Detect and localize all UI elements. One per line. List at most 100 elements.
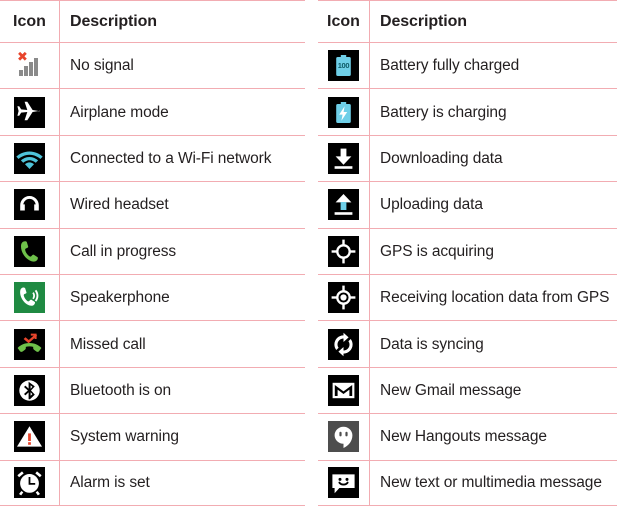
table-row: Missed call [0, 320, 305, 367]
icon-cell [318, 235, 369, 267]
status-icon-table-left: Icon Description ✖ No signal Airplane mo… [0, 0, 305, 519]
sms-icon [328, 467, 359, 499]
column-divider [59, 43, 61, 89]
icon-cell [0, 374, 59, 406]
column-divider [59, 182, 61, 228]
table-header-row: Icon Description [318, 0, 617, 42]
battery-percent-label: 100 [337, 61, 350, 71]
description-cell: System warning [70, 428, 179, 446]
description-cell: Call in progress [70, 242, 177, 260]
column-divider [59, 135, 61, 182]
icon-cell [0, 421, 59, 453]
description-cell: Airplane mode [70, 103, 169, 121]
column-divider [369, 89, 371, 135]
alarm-set-icon [14, 467, 45, 499]
header-cell-icon: Icon [13, 12, 46, 30]
table-gutter [305, 0, 318, 519]
sync-icon [328, 328, 359, 360]
battery-charging-icon [328, 96, 359, 128]
table-row: Data is syncing [318, 320, 617, 367]
description-cell: Data is syncing [380, 335, 484, 353]
icon-cell [318, 374, 369, 406]
column-divider [59, 228, 61, 274]
description-cell: Missed call [70, 335, 146, 353]
table-row: Uploading data [318, 181, 617, 228]
icon-cell [0, 235, 59, 267]
download-icon [328, 142, 359, 174]
battery-full-icon: 100 [328, 50, 359, 82]
description-cell: Battery is charging [380, 103, 507, 121]
table-row: Call in progress [0, 227, 305, 274]
column-divider [369, 1, 371, 42]
column-divider [369, 43, 371, 89]
icon-cell [318, 467, 369, 499]
icon-cell [318, 142, 369, 174]
table-row: Wired headset [0, 181, 305, 228]
table-header-row: Icon Description [0, 0, 305, 42]
header-cell-description: Description [70, 12, 157, 30]
icon-cell [0, 282, 59, 314]
description-cell: Wired headset [70, 196, 169, 214]
no-signal-icon: ✖ [14, 50, 45, 82]
table-row: Bluetooth is on [0, 366, 305, 414]
table-row: Airplane mode [0, 88, 305, 135]
table-row: Speakerphone [0, 273, 305, 321]
upload-icon [328, 189, 359, 221]
table-row: System warning [0, 413, 305, 460]
header-cell-icon: Icon [327, 12, 360, 30]
hangouts-icon [328, 421, 359, 453]
icon-cell [0, 467, 59, 499]
description-cell: Receiving location data from GPS [380, 289, 610, 307]
icon-cell [0, 142, 59, 174]
icon-cell [318, 96, 369, 128]
column-divider [369, 460, 371, 505]
description-cell: New text or multimedia message [380, 474, 602, 492]
column-divider [59, 274, 61, 321]
icon-cell [0, 328, 59, 360]
table-row: New Gmail message [318, 366, 617, 414]
table-row: 100 Battery fully charged [318, 42, 617, 89]
table-row: Connected to a Wi-Fi network [0, 134, 305, 182]
wired-headset-icon [14, 189, 45, 221]
column-divider [369, 274, 371, 321]
table-row: Alarm is set [0, 459, 305, 506]
table-row: GPS is acquiring [318, 227, 617, 274]
bluetooth-on-icon [14, 374, 45, 406]
x-mark: ✖ [17, 50, 28, 66]
call-in-progress-icon [14, 235, 45, 267]
icon-cell [318, 189, 369, 221]
column-divider [369, 228, 371, 274]
gmail-icon [328, 374, 359, 406]
status-icon-reference-page: Icon Description ✖ No signal Airplane mo… [0, 0, 617, 519]
icon-cell [318, 328, 369, 360]
description-cell: Speakerphone [70, 289, 170, 307]
column-divider [59, 367, 61, 414]
icon-cell: 100 [318, 50, 369, 82]
icon-cell [0, 96, 59, 128]
description-cell: Connected to a Wi-Fi network [70, 149, 272, 167]
description-cell: New Hangouts message [380, 428, 547, 446]
description-cell: Uploading data [380, 196, 483, 214]
table-row: ✖ No signal [0, 42, 305, 89]
column-divider [59, 460, 61, 505]
column-divider [369, 321, 371, 367]
column-divider [369, 182, 371, 228]
description-cell: GPS is acquiring [380, 242, 494, 260]
column-divider [59, 321, 61, 367]
icon-cell: ✖ [0, 50, 59, 82]
description-cell: Alarm is set [70, 474, 150, 492]
icon-cell [318, 282, 369, 314]
table-row: Receiving location data from GPS [318, 273, 617, 321]
speakerphone-icon [14, 282, 45, 314]
description-cell: Downloading data [380, 149, 503, 167]
column-divider [59, 89, 61, 135]
gps-acquiring-icon [328, 235, 359, 267]
description-cell: Bluetooth is on [70, 381, 172, 399]
table-row: New text or multimedia message [318, 459, 617, 506]
status-icon-table-right: Icon Description 100 Battery fully charg… [318, 0, 617, 519]
column-divider [59, 414, 61, 460]
description-cell: Battery fully charged [380, 57, 520, 75]
description-cell: No signal [70, 57, 134, 75]
airplane-mode-icon [14, 96, 45, 128]
missed-call-icon [14, 328, 45, 360]
